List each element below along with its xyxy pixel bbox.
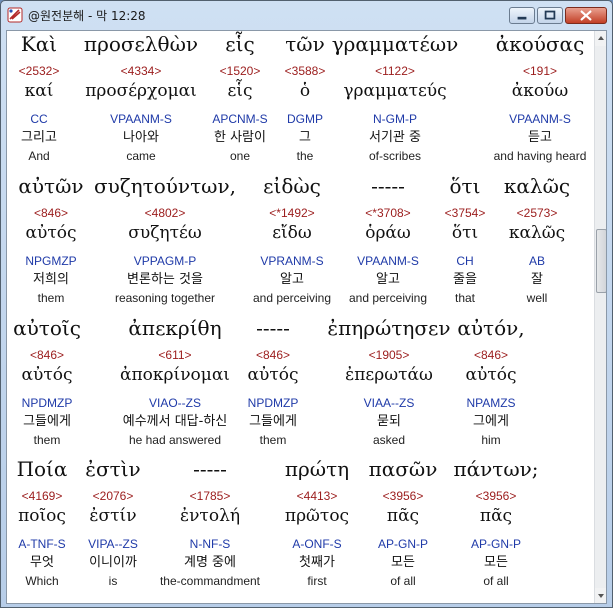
scroll-down-button[interactable] — [595, 588, 606, 603]
scroll-up-button[interactable] — [595, 31, 606, 46]
close-icon — [580, 10, 592, 21]
analysis-panel[interactable]: Καὶ <2532> καί CC 그리고 And προσελθὼν <4334> προσέ… — [6, 30, 607, 604]
word-korean: 듣고 — [528, 130, 552, 145]
word-surface[interactable]: ἀκούσας — [450, 34, 606, 54]
word-surface[interactable]: καλῶς — [447, 176, 606, 196]
window-title: @원전분해 - 막 12:28 — [28, 9, 146, 23]
arrow-up-icon — [598, 36, 604, 40]
word-strong[interactable]: <3956> — [406, 490, 586, 502]
word-korean: 그에게 — [473, 414, 509, 429]
close-button[interactable] — [565, 7, 607, 24]
word-parse: VPAANM-S — [509, 112, 571, 126]
word-english: well — [526, 291, 548, 305]
interlinear-content: Καὶ <2532> καί CC 그리고 And προσελθὼν <4334> προσέ… — [7, 31, 593, 603]
word-strong[interactable]: <191> — [450, 65, 606, 77]
word-english: of all — [483, 574, 509, 588]
word-strong[interactable]: <2573> — [447, 207, 606, 219]
app-window: @원전분해 - 막 12:28 Καὶ <2532> καί CC 그리고 And προσ… — [0, 0, 613, 608]
app-icon — [7, 7, 23, 23]
vertical-scrollbar[interactable] — [594, 31, 606, 603]
arrow-down-icon — [598, 594, 604, 598]
minimize-button[interactable] — [509, 7, 535, 24]
word-parse: NPAMZS — [466, 396, 516, 410]
maximize-icon — [544, 10, 556, 20]
word-lemma: ἀκούω — [511, 81, 569, 101]
word-parse: AP-GN-P — [470, 537, 521, 551]
word-lemma: καλῶς — [508, 223, 566, 243]
word-strong[interactable]: <846> — [401, 349, 581, 361]
title-bar[interactable]: @원전분해 - 막 12:28 — [1, 1, 612, 29]
word-lemma: αὐτός — [465, 365, 517, 385]
word-surface[interactable]: πάντων; — [406, 459, 586, 479]
word-parse: AB — [528, 254, 545, 268]
word-lemma: πᾶς — [479, 506, 513, 526]
scroll-thumb[interactable] — [596, 229, 606, 293]
word-korean: 잘 — [531, 272, 543, 287]
word-surface[interactable]: αὐτόν, — [401, 318, 581, 338]
interlinear-rows: Καὶ <2532> καί CC 그리고 And προσελθὼν <4334> προσέ… — [7, 31, 593, 603]
word-korean: 모든 — [484, 555, 508, 570]
word-english: him — [481, 433, 501, 447]
word-english: and having heard — [493, 149, 587, 163]
maximize-button[interactable] — [537, 7, 563, 24]
minimize-icon — [517, 16, 527, 20]
